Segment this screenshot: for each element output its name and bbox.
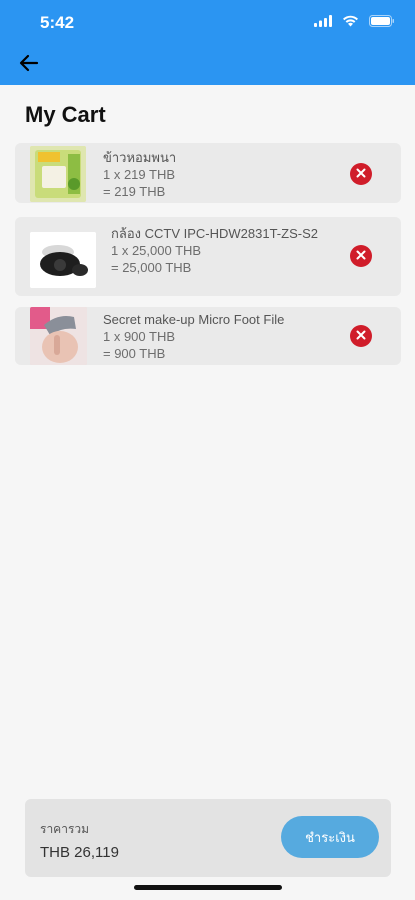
status-icons	[314, 14, 395, 32]
close-icon	[356, 165, 366, 183]
total-value: THB 26,119	[40, 844, 119, 861]
rice-bag-image	[30, 146, 86, 202]
wifi-icon	[342, 14, 359, 32]
item-quantity-price: 1 x 25,000 THB	[111, 243, 202, 258]
page-title: My Cart	[25, 102, 106, 127]
home-indicator	[134, 885, 282, 890]
close-icon	[356, 327, 366, 345]
item-subtotal: = 219 THB	[103, 184, 166, 199]
item-subtotal: = 25,000 THB	[111, 260, 192, 275]
item-quantity-price: 1 x 219 THB	[103, 167, 176, 182]
cart-item: ข้าวหอมพนา 1 x 219 THB = 219 THB	[15, 143, 401, 203]
signal-icon	[314, 14, 332, 32]
item-name: ข้าวหอมพนา	[103, 150, 177, 165]
checkout-summary: ราคารวม THB 26,119 ชำระเงิน	[25, 799, 391, 877]
close-icon	[356, 247, 366, 265]
foot-file-image	[30, 307, 87, 365]
item-name: กล้อง CCTV IPC-HDW2831T-ZS-S2	[111, 226, 318, 241]
item-subtotal: = 900 THB	[103, 346, 166, 361]
total-label: ราคารวม	[40, 822, 90, 836]
remove-item-button[interactable]	[350, 163, 372, 185]
app-bar: 5:42	[0, 0, 415, 85]
battery-icon	[369, 14, 395, 32]
cart-item: Secret make-up Micro Foot File 1 x 900 T…	[15, 307, 401, 365]
status-time: 5:42	[40, 13, 75, 32]
item-quantity-price: 1 x 900 THB	[103, 329, 176, 344]
item-name: Secret make-up Micro Foot File	[103, 312, 285, 327]
pay-button[interactable]: ชำระเงิน	[281, 816, 379, 858]
remove-item-button[interactable]	[350, 325, 372, 347]
arrow-left-icon	[19, 54, 39, 77]
remove-item-button[interactable]	[350, 245, 372, 267]
back-button[interactable]	[16, 52, 42, 78]
cart-item: กล้อง CCTV IPC-HDW2831T-ZS-S2 1 x 25,000…	[15, 217, 401, 296]
cctv-camera-image	[30, 232, 96, 288]
